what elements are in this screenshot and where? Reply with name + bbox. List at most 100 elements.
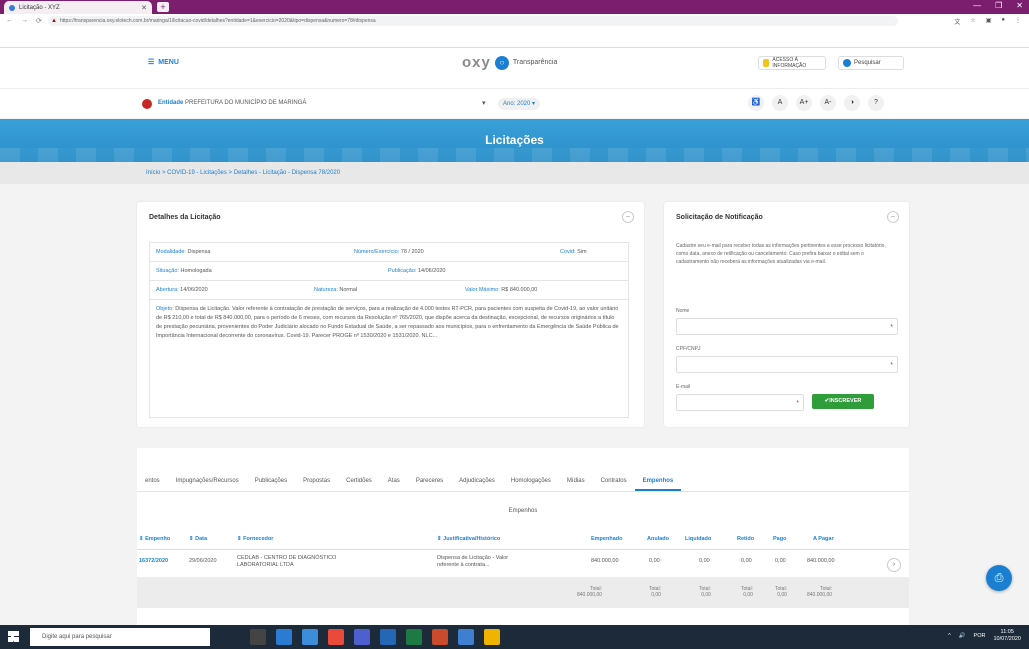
font-normal-button[interactable]: A — [772, 95, 788, 111]
tab-publicacoes[interactable]: Publicações — [247, 472, 295, 491]
taskbar-search-input[interactable]: Digite aqui para pesquisar — [30, 628, 210, 646]
tab-atas[interactable]: Atas — [380, 472, 408, 491]
col-empenhado: Empenhado — [591, 536, 623, 542]
pesquisar-label: Pesquisar — [854, 60, 881, 66]
email-input[interactable]: * — [676, 394, 804, 411]
tab-propostas[interactable]: Propostas — [295, 472, 338, 491]
tab-empenhos[interactable]: Empenhos — [634, 472, 682, 491]
tab-documentos[interactable]: entos — [137, 472, 168, 491]
outlook-icon[interactable] — [458, 629, 474, 645]
profile-icon[interactable]: ● — [1001, 17, 1005, 26]
city-flag-icon — [142, 99, 152, 109]
cpf-input[interactable]: * — [676, 356, 898, 373]
store-icon[interactable] — [302, 629, 318, 645]
tab-contratos[interactable]: Contratos — [593, 472, 635, 491]
details-title: Detalhes da Licitação — [149, 214, 221, 221]
acesso-label: ACESSO À INFORMAÇÃO — [772, 57, 807, 69]
cell-fornecedor-2: LABORATORIAL LTDA — [237, 562, 294, 568]
tab-impugnacoes[interactable]: Impugnações/Recursos — [168, 472, 247, 491]
logo-text: Transparência — [512, 59, 558, 66]
browser-tab[interactable]: Licitação - XYZ ✕ — [4, 1, 152, 14]
cpf-label: CPF/CNPJ — [676, 346, 701, 352]
file-explorer-icon[interactable] — [484, 629, 500, 645]
task-view-icon[interactable] — [250, 629, 266, 645]
page-title: Licitações — [485, 133, 544, 147]
tray-chevron-icon[interactable]: ^ — [948, 633, 951, 639]
more-menu-icon[interactable]: ⋮ — [1015, 17, 1021, 26]
modalidade-field: Modalidade: Dispensa — [156, 249, 211, 255]
new-tab-button[interactable]: + — [157, 2, 169, 12]
tab-list: entos Impugnações/Recursos Publicações P… — [137, 472, 909, 492]
language-indicator[interactable]: POR — [974, 633, 986, 639]
tab-close-icon[interactable]: ✕ — [141, 4, 147, 12]
windows-start-icon[interactable] — [8, 631, 19, 642]
teams-icon[interactable] — [354, 629, 370, 645]
collapse-icon[interactable]: − — [887, 211, 899, 223]
taskbar-apps — [250, 629, 500, 645]
pesquisar-button[interactable]: Pesquisar — [838, 56, 904, 70]
col-fornecedor[interactable]: ⇕ Fornecedor — [237, 536, 273, 542]
total-empenhado: Total: 840.000,00 — [577, 586, 603, 598]
empenhos-section-title: Empenhos — [508, 508, 538, 514]
col-pago: Pago — [773, 536, 787, 542]
accessibility-tools: ♿ A A+ A- ◑ ? — [748, 95, 884, 111]
volume-icon[interactable]: 🔊 — [959, 633, 966, 639]
logo-mark-icon: ○ — [494, 55, 509, 70]
tab-certidoes[interactable]: Certidões — [338, 472, 380, 491]
hamburger-icon: ☰ — [148, 59, 155, 66]
url-input[interactable]: ▲ https://transparencia.oxy.elotech.com.… — [48, 16, 898, 26]
font-increase-button[interactable]: A+ — [796, 95, 812, 111]
chrome-icon[interactable] — [328, 629, 344, 645]
tab-favicon-icon — [9, 4, 15, 11]
col-liquidado: Liquidado — [685, 536, 712, 542]
entity-selector[interactable]: Entidade PREFEITURA DO MUNICÍPIO DE MARI… — [158, 100, 306, 106]
inscrever-button[interactable]: ✔INSCREVER — [812, 394, 874, 409]
edge-icon[interactable] — [276, 629, 292, 645]
collapse-icon[interactable]: − — [622, 211, 634, 223]
nome-input[interactable]: * — [676, 318, 898, 335]
col-data[interactable]: ⇕ Data — [189, 536, 207, 542]
reload-icon[interactable]: ⟳ — [36, 17, 42, 25]
forward-icon[interactable]: → — [21, 17, 28, 25]
breadcrumb[interactable]: Início > COVID-19 - Licitações > Detalhe… — [0, 162, 1029, 184]
font-decrease-button[interactable]: A- — [820, 95, 836, 111]
total-liquidado: Total: 0,00 — [699, 586, 711, 598]
not-secure-icon[interactable]: ▲ — [51, 16, 57, 26]
chevron-down-icon[interactable]: ▾ — [482, 99, 486, 107]
menu-button[interactable]: ☰ MENU — [148, 58, 179, 67]
translate-icon[interactable]: 文 — [954, 17, 960, 26]
back-icon[interactable]: ← — [6, 17, 13, 25]
table-row[interactable]: 16372/2020 29/06/2020 CEDLAB - CENTRO DE… — [137, 550, 909, 578]
tab-pareceres[interactable]: Pareceres — [408, 472, 451, 491]
minimize-icon[interactable]: — — [973, 1, 981, 10]
oxy-logo[interactable]: oxy ○ Transparência — [462, 54, 557, 71]
year-select[interactable]: Ano: 2020 ▾ — [498, 98, 541, 110]
powerpoint-icon[interactable] — [432, 629, 448, 645]
contrast-icon[interactable]: ◑ — [844, 95, 860, 111]
total-pago: Total: 0,00 — [775, 586, 787, 598]
row-expand-icon[interactable]: › — [887, 558, 901, 572]
tabs-panel: entos Impugnações/Recursos Publicações P… — [137, 448, 909, 625]
close-window-icon[interactable]: ✕ — [1016, 1, 1023, 10]
tab-adjudicacoes[interactable]: Adjudicações — [451, 472, 503, 491]
tab-homologacoes[interactable]: Homologações — [503, 472, 559, 491]
acesso-informacao-button[interactable]: ACESSO À INFORMAÇÃO — [758, 56, 826, 70]
details-row: Modalidade: Dispensa Número/Exercício: 7… — [150, 243, 628, 262]
tab-midias[interactable]: Mídias — [559, 472, 593, 491]
star-icon[interactable]: ☆ — [970, 17, 975, 26]
required-mark: * — [796, 400, 799, 407]
col-justificativa[interactable]: ⇕ Justificativa/Histórico — [437, 536, 500, 542]
print-icon[interactable]: ⎙ — [986, 565, 1012, 591]
numero-field: Número/Exercício: 78 / 2020 — [354, 249, 424, 255]
excel-icon[interactable] — [406, 629, 422, 645]
col-empenho[interactable]: ⇕ Empenho — [139, 536, 170, 542]
clock[interactable]: 11:05 10/07/2020 — [993, 629, 1021, 643]
accessibility-icon[interactable]: ♿ — [748, 95, 764, 111]
word-icon[interactable] — [380, 629, 396, 645]
extension-icon[interactable]: ▣ — [986, 17, 992, 26]
cell-empenho[interactable]: 16372/2020 — [139, 558, 168, 564]
maximize-icon[interactable]: ❐ — [995, 1, 1002, 10]
cell-data: 29/06/2020 — [189, 558, 217, 564]
cell-retido: 0,00 — [741, 558, 752, 564]
help-icon[interactable]: ? — [868, 95, 884, 111]
